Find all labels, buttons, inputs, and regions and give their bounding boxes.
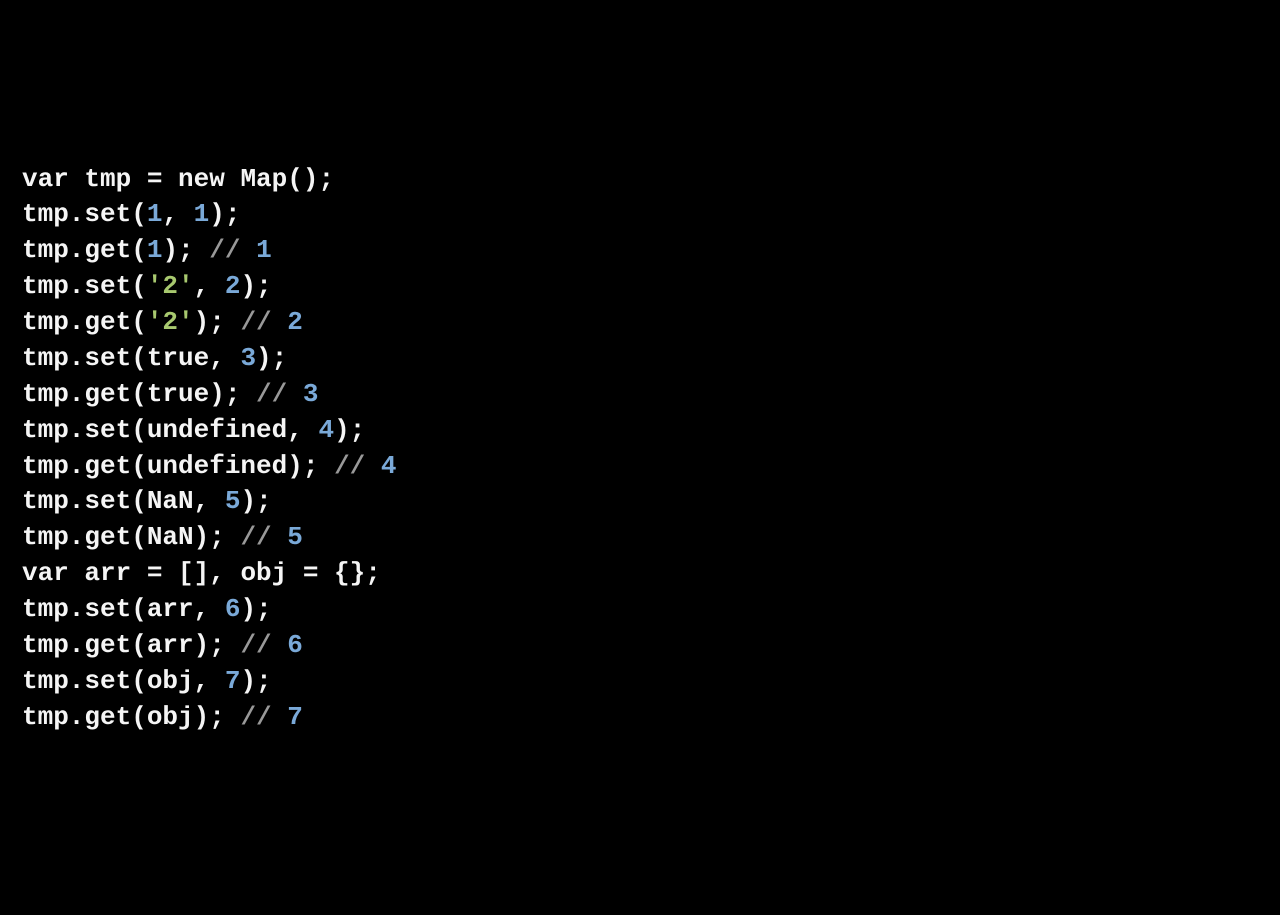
code-text: tmp.get( <box>22 307 147 337</box>
code-text: ); <box>240 486 271 516</box>
keyword: new <box>178 164 225 194</box>
code-text: , <box>194 271 225 301</box>
comment: // <box>240 630 287 660</box>
code-text: ); <box>240 666 271 696</box>
code-line: tmp.get(NaN); // 5 <box>22 522 303 552</box>
code-text: tmp.get(obj); <box>22 702 240 732</box>
code-text: tmp.set(undefined, <box>22 415 318 445</box>
code-line: tmp.set(undefined, 4); <box>22 415 365 445</box>
number-literal: 1 <box>147 199 163 229</box>
code-text: ); <box>240 594 271 624</box>
code-line: tmp.get(obj); // 7 <box>22 702 303 732</box>
comment: // <box>209 235 256 265</box>
code-text: ); <box>194 307 241 337</box>
code-text: tmp.set(NaN, <box>22 486 225 516</box>
code-line: tmp.get(1); // 1 <box>22 235 272 265</box>
code-line: tmp.set(1, 1); <box>22 199 240 229</box>
code-text: tmp.get( <box>22 235 147 265</box>
code-text: tmp.set(true, <box>22 343 240 373</box>
code-text: tmp.set( <box>22 271 147 301</box>
number-literal: 2 <box>225 271 241 301</box>
number-literal: 3 <box>240 343 256 373</box>
code-line: tmp.get(true); // 3 <box>22 379 318 409</box>
keyword: var <box>22 558 69 588</box>
number-literal: 1 <box>194 199 210 229</box>
code-text: tmp.get(arr); <box>22 630 240 660</box>
code-block: var tmp = new Map(); tmp.set(1, 1); tmp.… <box>22 162 1258 736</box>
code-text: tmp.set( <box>22 199 147 229</box>
comment-number: 1 <box>256 235 272 265</box>
code-line: tmp.get(undefined); // 4 <box>22 451 396 481</box>
code-text: arr = [], obj = {}; <box>69 558 381 588</box>
comment-number: 5 <box>287 522 303 552</box>
code-line: var arr = [], obj = {}; <box>22 558 381 588</box>
code-text: ); <box>240 271 271 301</box>
string-literal: '2' <box>147 307 194 337</box>
code-text: tmp.get(NaN); <box>22 522 240 552</box>
code-text: tmp.set(arr, <box>22 594 225 624</box>
code-text: tmp = <box>69 164 178 194</box>
code-line: tmp.set(arr, 6); <box>22 594 272 624</box>
code-line: tmp.set(true, 3); <box>22 343 287 373</box>
comment: // <box>240 702 287 732</box>
code-line: tmp.set(NaN, 5); <box>22 486 272 516</box>
code-text: ); <box>162 235 209 265</box>
code-text: tmp.set(obj, <box>22 666 225 696</box>
comment: // <box>240 522 287 552</box>
code-line: tmp.get(arr); // 6 <box>22 630 303 660</box>
number-literal: 1 <box>147 235 163 265</box>
code-text: Map(); <box>225 164 334 194</box>
code-line: tmp.set('2', 2); <box>22 271 272 301</box>
code-text: ); <box>209 199 240 229</box>
code-text: ); <box>334 415 365 445</box>
code-line: var tmp = new Map(); <box>22 164 334 194</box>
string-literal: '2' <box>147 271 194 301</box>
number-literal: 6 <box>225 594 241 624</box>
comment: // <box>240 307 287 337</box>
number-literal: 4 <box>318 415 334 445</box>
comment: // <box>256 379 303 409</box>
comment-number: 4 <box>381 451 397 481</box>
number-literal: 7 <box>225 666 241 696</box>
comment-number: 7 <box>287 702 303 732</box>
keyword: var <box>22 164 69 194</box>
code-text: tmp.get(true); <box>22 379 256 409</box>
comment-number: 3 <box>303 379 319 409</box>
comment: // <box>334 451 381 481</box>
code-line: tmp.get('2'); // 2 <box>22 307 303 337</box>
code-text: , <box>162 199 193 229</box>
number-literal: 5 <box>225 486 241 516</box>
code-text: ); <box>256 343 287 373</box>
comment-number: 6 <box>287 630 303 660</box>
code-text: tmp.get(undefined); <box>22 451 334 481</box>
comment-number: 2 <box>287 307 303 337</box>
code-line: tmp.set(obj, 7); <box>22 666 272 696</box>
